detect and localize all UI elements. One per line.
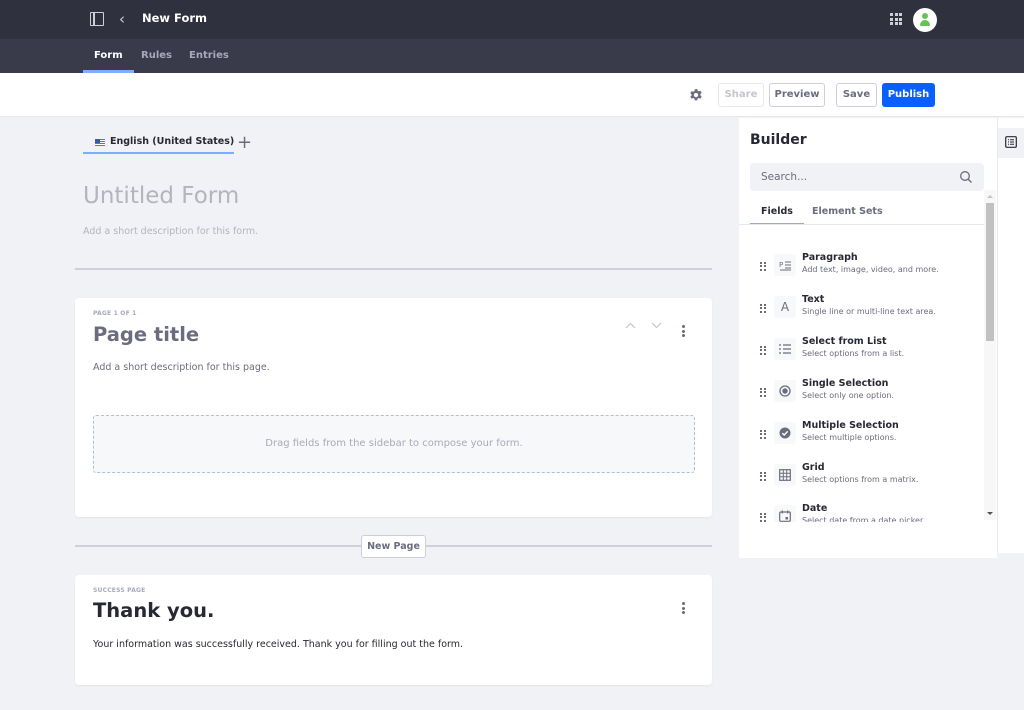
field-list: P Paragraph Add text, image, video, and …: [739, 225, 985, 522]
radio-icon: [774, 380, 796, 402]
us-flag-icon: [95, 139, 105, 146]
chevron-down-icon[interactable]: [651, 322, 662, 332]
success-page-card: SUCCESS PAGE Thank you. Your information…: [75, 575, 712, 685]
field-dropzone[interactable]: Drag fields from the sidebar to compose …: [93, 415, 695, 473]
form-description-input[interactable]: Add a short description for this form.: [83, 226, 258, 237]
field-name: Single Selection: [802, 378, 889, 389]
publish-button[interactable]: Publish: [882, 83, 935, 107]
page-counter: PAGE 1 OF 1: [93, 310, 137, 317]
field-date[interactable]: Date Select date from a date picker.: [739, 502, 985, 522]
success-page-label: SUCCESS PAGE: [93, 587, 146, 594]
field-name: Date: [802, 503, 828, 514]
svg-text:P: P: [779, 261, 783, 269]
grid-icon: [774, 464, 796, 486]
field-single-selection[interactable]: Single Selection Select only one option.: [739, 377, 985, 413]
search-icon[interactable]: [959, 170, 973, 184]
drag-handle-icon[interactable]: [760, 388, 766, 397]
page-options-icon[interactable]: [682, 325, 686, 339]
tab-element-sets[interactable]: Element Sets: [812, 206, 883, 223]
nav-tabs: Form Rules Entries: [0, 39, 1024, 73]
user-avatar-icon[interactable]: [913, 8, 937, 32]
language-tab[interactable]: English (United States): [83, 133, 234, 154]
language-label: English (United States): [110, 136, 235, 147]
builder-panel: Builder Fields Element Sets P Paragraph …: [739, 118, 997, 558]
field-list-scrollbar[interactable]: [984, 190, 996, 520]
search-input[interactable]: [750, 163, 984, 191]
tab-fields[interactable]: Fields: [750, 206, 804, 225]
share-button[interactable]: Share: [718, 83, 764, 107]
calendar-icon: [774, 505, 796, 522]
apps-grid-icon[interactable]: [890, 13, 902, 25]
scroll-down-arrow-icon[interactable]: [987, 512, 993, 515]
drag-handle-icon[interactable]: [760, 346, 766, 355]
preview-button[interactable]: Preview: [769, 83, 825, 107]
tab-entries[interactable]: Entries: [189, 39, 229, 73]
field-description: Select only one option.: [802, 391, 894, 400]
checkbox-icon: [774, 422, 796, 444]
field-multiple-selection[interactable]: Multiple Selection Select multiple optio…: [739, 419, 985, 455]
field-description: Single line or multi-line text area.: [802, 307, 936, 316]
success-title-input[interactable]: Thank you.: [93, 599, 214, 622]
text-icon: A: [774, 296, 796, 318]
field-text[interactable]: A Text Single line or multi-line text ar…: [739, 293, 985, 329]
field-description: Select date from a date picker.: [802, 516, 926, 522]
builder-title: Builder: [750, 132, 807, 148]
drag-handle-icon[interactable]: [760, 513, 766, 522]
field-name: Multiple Selection: [802, 420, 899, 431]
field-description: Select options from a matrix.: [802, 475, 919, 484]
new-page-button[interactable]: New Page: [361, 535, 426, 558]
divider: [75, 268, 712, 270]
side-rail: [997, 118, 1024, 553]
tab-form[interactable]: Form: [83, 39, 134, 73]
field-description: Select options from a list.: [802, 349, 905, 358]
field-name: Paragraph: [802, 252, 858, 263]
chevron-left-icon[interactable]: ‹: [119, 9, 125, 29]
gear-icon[interactable]: [689, 88, 703, 102]
field-name: Text: [802, 294, 825, 305]
success-body-input[interactable]: Your information was successfully receiv…: [93, 639, 463, 650]
field-description: Add text, image, video, and more.: [802, 265, 939, 274]
drag-handle-icon[interactable]: [760, 304, 766, 313]
list-icon: [774, 338, 796, 360]
drag-handle-icon[interactable]: [760, 430, 766, 439]
form-title-input[interactable]: Untitled Form: [83, 183, 239, 209]
chevron-up-icon[interactable]: [625, 322, 636, 332]
form-page-card: PAGE 1 OF 1 Page title Add a short descr…: [75, 298, 712, 517]
top-bar: ‹ New Form: [0, 0, 1024, 39]
page-title: New Form: [142, 11, 207, 25]
success-options-icon[interactable]: [682, 602, 686, 616]
scroll-thumb[interactable]: [986, 203, 994, 341]
page-title-input[interactable]: Page title: [93, 323, 199, 346]
field-paragraph[interactable]: P Paragraph Add text, image, video, and …: [739, 251, 985, 287]
field-description: Select multiple options.: [802, 433, 897, 442]
field-select-from-list[interactable]: Select from List Select options from a l…: [739, 335, 985, 371]
paragraph-icon: P: [774, 254, 796, 276]
toolbar: Share Preview Save Publish: [0, 73, 1024, 117]
add-language-icon[interactable]: +: [237, 134, 252, 152]
drag-handle-icon[interactable]: [760, 262, 766, 271]
save-button[interactable]: Save: [836, 83, 877, 107]
builder-toggle-button[interactable]: [998, 128, 1024, 158]
field-grid[interactable]: Grid Select options from a matrix.: [739, 461, 985, 497]
scroll-up-arrow-icon[interactable]: [987, 195, 993, 198]
sidebar-panel-icon[interactable]: [90, 12, 104, 26]
field-name: Select from List: [802, 336, 887, 347]
drag-handle-icon[interactable]: [760, 472, 766, 481]
field-name: Grid: [802, 462, 825, 473]
builder-search[interactable]: [750, 163, 984, 191]
tab-rules[interactable]: Rules: [141, 39, 172, 73]
list-panel-icon: [1005, 136, 1017, 148]
page-description-input[interactable]: Add a short description for this page.: [93, 362, 270, 373]
